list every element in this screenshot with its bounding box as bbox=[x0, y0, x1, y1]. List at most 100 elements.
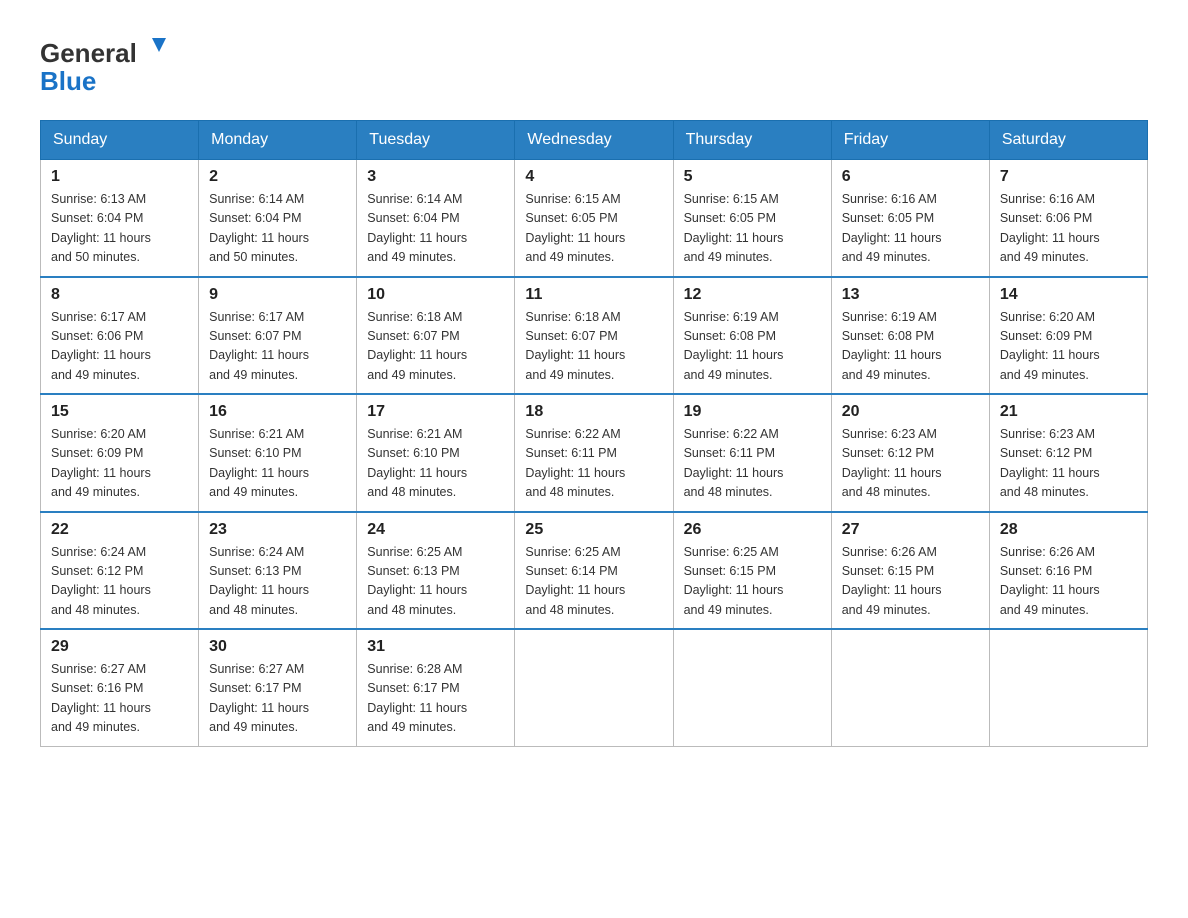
sunset-text: Sunset: 6:14 PM bbox=[525, 562, 662, 581]
daylight-text: Daylight: 11 hours bbox=[684, 581, 821, 600]
day-info: Sunrise: 6:27 AMSunset: 6:17 PMDaylight:… bbox=[209, 660, 346, 738]
daylight-text: Daylight: 11 hours bbox=[684, 464, 821, 483]
sunrise-text: Sunrise: 6:21 AM bbox=[367, 425, 504, 444]
daylight-text: Daylight: 11 hours bbox=[209, 229, 346, 248]
calendar-cell: 10Sunrise: 6:18 AMSunset: 6:07 PMDayligh… bbox=[357, 277, 515, 395]
sunset-text: Sunset: 6:09 PM bbox=[51, 444, 188, 463]
sunset-text: Sunset: 6:05 PM bbox=[842, 209, 979, 228]
daylight-text: and 48 minutes. bbox=[367, 483, 504, 502]
calendar-cell: 29Sunrise: 6:27 AMSunset: 6:16 PMDayligh… bbox=[41, 629, 199, 746]
day-number: 23 bbox=[209, 521, 346, 539]
daylight-text: and 48 minutes. bbox=[367, 601, 504, 620]
day-number: 20 bbox=[842, 403, 979, 421]
daylight-text: Daylight: 11 hours bbox=[367, 229, 504, 248]
daylight-text: and 48 minutes. bbox=[525, 601, 662, 620]
calendar-cell: 30 Sunrise: 6:27 AMSunset: 6:17 PMDayligh… bbox=[199, 629, 357, 746]
day-number: 2 bbox=[209, 168, 346, 186]
day-number: 4 bbox=[525, 168, 662, 186]
daylight-text: Daylight: 11 hours bbox=[842, 581, 979, 600]
day-info: Sunrise: 6:18 AMSunset: 6:07 PMDaylight:… bbox=[367, 308, 504, 386]
day-info: Sunrise: 6:22 AMSunset: 6:11 PMDaylight:… bbox=[684, 425, 821, 503]
day-number: 19 bbox=[684, 403, 821, 421]
day-number: 27 bbox=[842, 521, 979, 539]
day-info: Sunrise: 6:23 AMSunset: 6:12 PMDaylight:… bbox=[1000, 425, 1137, 503]
day-info: Sunrise: 6:16 AMSunset: 6:05 PMDaylight:… bbox=[842, 190, 979, 268]
daylight-text: and 49 minutes. bbox=[525, 248, 662, 267]
daylight-text: and 49 minutes. bbox=[367, 718, 504, 737]
day-info: Sunrise: 6:16 AMSunset: 6:06 PMDaylight:… bbox=[1000, 190, 1137, 268]
sunset-text: Sunset: 6:13 PM bbox=[367, 562, 504, 581]
sunrise-text: Sunrise: 6:18 AM bbox=[367, 308, 504, 327]
calendar-cell: 25Sunrise: 6:25 AMSunset: 6:14 PMDayligh… bbox=[515, 512, 673, 630]
daylight-text: Daylight: 11 hours bbox=[209, 464, 346, 483]
sunrise-text: Sunrise: 6:24 AM bbox=[51, 543, 188, 562]
daylight-text: and 48 minutes. bbox=[51, 601, 188, 620]
sunset-text: Sunset: 6:12 PM bbox=[842, 444, 979, 463]
day-number: 6 bbox=[842, 168, 979, 186]
daylight-text: and 49 minutes. bbox=[684, 248, 821, 267]
day-info: Sunrise: 6:25 AMSunset: 6:14 PMDaylight:… bbox=[525, 543, 662, 621]
daylight-text: Daylight: 11 hours bbox=[367, 346, 504, 365]
column-header-sunday: Sunday bbox=[41, 121, 199, 160]
calendar-cell: 8Sunrise: 6:17 AMSunset: 6:06 PMDaylight… bbox=[41, 277, 199, 395]
calendar-cell bbox=[673, 629, 831, 746]
day-info: Sunrise: 6:26 AMSunset: 6:16 PMDaylight:… bbox=[1000, 543, 1137, 621]
sunset-text: Sunset: 6:15 PM bbox=[684, 562, 821, 581]
calendar-cell: 18Sunrise: 6:22 AMSunset: 6:11 PMDayligh… bbox=[515, 394, 673, 512]
day-info: Sunrise: 6:25 AMSunset: 6:15 PMDaylight:… bbox=[684, 543, 821, 621]
daylight-text: Daylight: 11 hours bbox=[51, 346, 188, 365]
daylight-text: and 49 minutes. bbox=[1000, 248, 1137, 267]
calendar-cell bbox=[831, 629, 989, 746]
svg-text:Blue: Blue bbox=[40, 66, 96, 96]
day-number: 28 bbox=[1000, 521, 1137, 539]
day-number: 1 bbox=[51, 168, 188, 186]
sunrise-text: Sunrise: 6:21 AM bbox=[209, 425, 346, 444]
sunset-text: Sunset: 6:07 PM bbox=[367, 327, 504, 346]
day-number: 18 bbox=[525, 403, 662, 421]
daylight-text: Daylight: 11 hours bbox=[525, 581, 662, 600]
calendar-cell: 28 Sunrise: 6:26 AMSunset: 6:16 PMDayligh… bbox=[989, 512, 1147, 630]
calendar-cell: 3Sunrise: 6:14 AMSunset: 6:04 PMDaylight… bbox=[357, 160, 515, 277]
day-info: Sunrise: 6:18 AMSunset: 6:07 PMDaylight:… bbox=[525, 308, 662, 386]
sunrise-text: Sunrise: 6:22 AM bbox=[684, 425, 821, 444]
logo-svg: General Blue bbox=[40, 30, 180, 100]
sunset-text: Sunset: 6:17 PM bbox=[367, 679, 504, 698]
daylight-text: Daylight: 11 hours bbox=[525, 229, 662, 248]
day-number: 13 bbox=[842, 286, 979, 304]
sunset-text: Sunset: 6:10 PM bbox=[209, 444, 346, 463]
sunrise-text: Sunrise: 6:19 AM bbox=[684, 308, 821, 327]
daylight-text: Daylight: 11 hours bbox=[525, 464, 662, 483]
daylight-text: and 49 minutes. bbox=[51, 483, 188, 502]
day-number: 8 bbox=[51, 286, 188, 304]
daylight-text: and 49 minutes. bbox=[525, 366, 662, 385]
day-info: Sunrise: 6:24 AMSunset: 6:13 PMDaylight:… bbox=[209, 543, 346, 621]
sunset-text: Sunset: 6:04 PM bbox=[209, 209, 346, 228]
sunrise-text: Sunrise: 6:26 AM bbox=[1000, 543, 1137, 562]
daylight-text: Daylight: 11 hours bbox=[1000, 229, 1137, 248]
calendar-cell: 31Sunrise: 6:28 AMSunset: 6:17 PMDayligh… bbox=[357, 629, 515, 746]
day-number: 17 bbox=[367, 403, 504, 421]
column-header-monday: Monday bbox=[199, 121, 357, 160]
calendar-cell: 27Sunrise: 6:26 AMSunset: 6:15 PMDayligh… bbox=[831, 512, 989, 630]
calendar-header-row: SundayMondayTuesdayWednesdayThursdayFrid… bbox=[41, 121, 1148, 160]
daylight-text: and 49 minutes. bbox=[367, 366, 504, 385]
daylight-text: Daylight: 11 hours bbox=[51, 699, 188, 718]
calendar-cell: 14Sunrise: 6:20 AMSunset: 6:09 PMDayligh… bbox=[989, 277, 1147, 395]
daylight-text: and 49 minutes. bbox=[842, 366, 979, 385]
daylight-text: Daylight: 11 hours bbox=[209, 346, 346, 365]
day-number: 24 bbox=[367, 521, 504, 539]
sunrise-text: Sunrise: 6:28 AM bbox=[367, 660, 504, 679]
daylight-text: Daylight: 11 hours bbox=[525, 346, 662, 365]
calendar-cell: 12Sunrise: 6:19 AMSunset: 6:08 PMDayligh… bbox=[673, 277, 831, 395]
daylight-text: and 50 minutes. bbox=[51, 248, 188, 267]
day-number: 31 bbox=[367, 638, 504, 656]
day-info: Sunrise: 6:19 AMSunset: 6:08 PMDaylight:… bbox=[684, 308, 821, 386]
day-number: 29 bbox=[51, 638, 188, 656]
day-number: 30 bbox=[209, 638, 346, 656]
daylight-text: and 49 minutes. bbox=[51, 366, 188, 385]
page-header: General Blue bbox=[40, 30, 1148, 100]
column-header-thursday: Thursday bbox=[673, 121, 831, 160]
calendar-cell: 9Sunrise: 6:17 AMSunset: 6:07 PMDaylight… bbox=[199, 277, 357, 395]
daylight-text: Daylight: 11 hours bbox=[367, 581, 504, 600]
daylight-text: Daylight: 11 hours bbox=[51, 229, 188, 248]
